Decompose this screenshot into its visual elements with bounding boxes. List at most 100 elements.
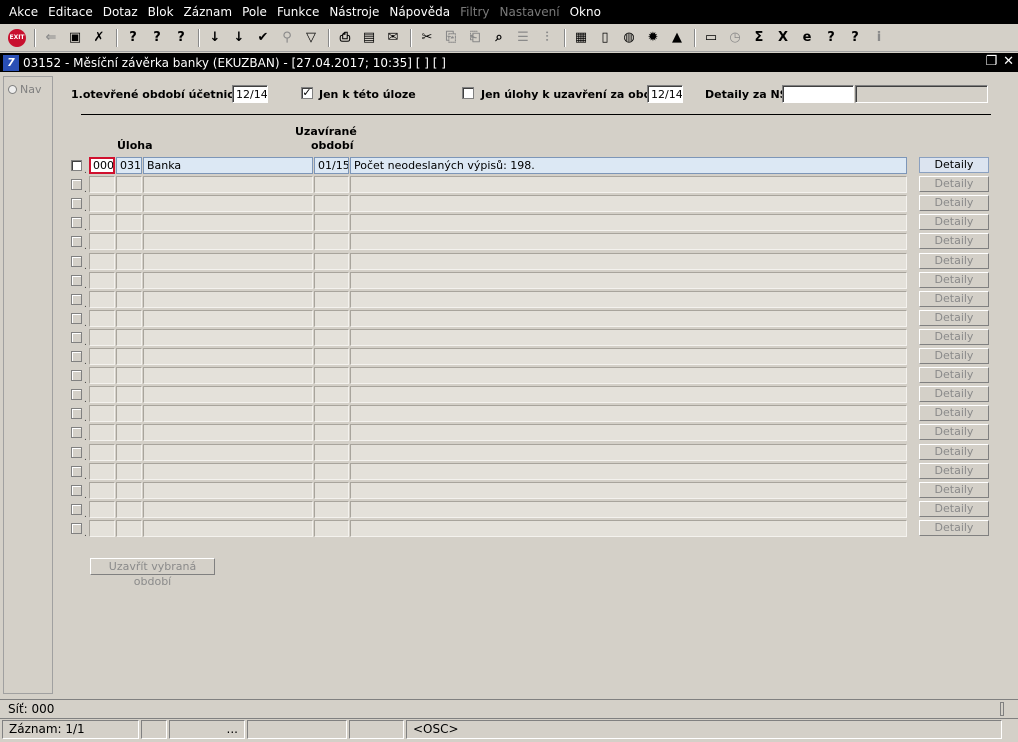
details-button[interactable]: Detaily — [919, 348, 989, 364]
note-cell[interactable] — [350, 405, 907, 423]
name-cell[interactable] — [143, 290, 313, 308]
table-row[interactable]: . Detaily — [69, 309, 989, 329]
details-button[interactable]: Detaily — [919, 195, 989, 212]
period-cell[interactable] — [314, 271, 349, 289]
note-cell[interactable] — [350, 443, 907, 461]
task-cell[interactable] — [116, 233, 142, 251]
menu-item-10[interactable]: Nastavení — [495, 5, 565, 19]
note-cell[interactable] — [350, 500, 907, 518]
copy-icon[interactable]: ⎘ — [440, 27, 462, 49]
task-cell[interactable] — [116, 252, 142, 270]
cut-icon[interactable]: ✂ — [416, 27, 438, 49]
attach-icon[interactable]: ▦ — [570, 27, 592, 49]
row-select-checkbox[interactable] — [71, 351, 82, 362]
details-button[interactable]: Detaily — [919, 176, 989, 193]
row-select-checkbox[interactable] — [71, 255, 82, 267]
tree-icon[interactable]: ⫶ — [536, 27, 558, 49]
row-select-checkbox[interactable] — [71, 331, 82, 343]
menu-item-7[interactable]: Nástroje — [324, 5, 384, 19]
code-cell[interactable] — [89, 252, 115, 270]
row-select-checkbox[interactable] — [71, 198, 82, 210]
period-cell[interactable] — [314, 443, 349, 461]
table-row[interactable]: . Detaily — [69, 233, 989, 252]
name-cell[interactable] — [143, 405, 313, 423]
task-cell[interactable] — [116, 271, 142, 289]
task-cell[interactable] — [116, 386, 142, 404]
period-cell[interactable] — [314, 290, 349, 308]
table-row[interactable]: . Detaily — [69, 386, 989, 405]
period-cell[interactable] — [314, 500, 349, 518]
table-row[interactable]: . Detaily — [69, 367, 989, 386]
menu-item-2[interactable]: Dotaz — [98, 5, 143, 19]
table-row[interactable]: . Detaily — [69, 443, 989, 463]
row-select-checkbox[interactable] — [71, 503, 82, 515]
period-cell[interactable] — [314, 367, 349, 385]
code-cell[interactable] — [89, 176, 115, 194]
code-cell[interactable] — [89, 214, 115, 232]
context-help-icon[interactable]: ? — [844, 27, 866, 49]
note-cell[interactable] — [350, 195, 907, 213]
details-button[interactable]: Detaily — [919, 519, 989, 536]
details-button[interactable]: Detaily — [919, 462, 989, 479]
restore-window-icon[interactable]: ❐ — [985, 54, 997, 69]
row-select-checkbox[interactable] — [71, 293, 82, 305]
name-cell[interactable] — [143, 195, 313, 213]
code-cell[interactable] — [89, 481, 115, 499]
row-select-checkbox[interactable] — [71, 274, 82, 286]
preview-icon[interactable]: ▤ — [358, 27, 380, 49]
menu-item-8[interactable]: Nápověda — [384, 5, 455, 19]
close-selected-periods-button[interactable]: Uzavřít vybraná období — [90, 558, 215, 588]
code-cell[interactable] — [89, 405, 115, 423]
table-row[interactable]: . 000 031 Banka 01/15 Počet neodeslaných výpi… — [69, 157, 989, 176]
details-button[interactable]: Detaily — [919, 500, 989, 517]
note-cell[interactable] — [350, 176, 907, 194]
code-cell[interactable] — [89, 424, 115, 442]
table-row[interactable]: . Detaily — [69, 195, 989, 214]
note-cell[interactable] — [350, 367, 907, 385]
task-cell[interactable] — [116, 290, 142, 308]
task-cell[interactable] — [116, 367, 142, 385]
note-cell[interactable] — [350, 214, 907, 232]
query-execute-icon[interactable]: ? — [146, 27, 168, 49]
details-button[interactable]: Detaily — [919, 481, 989, 498]
period-cell[interactable] — [314, 214, 349, 232]
table-row[interactable]: . Detaily — [69, 519, 989, 539]
code-cell[interactable] — [89, 462, 115, 480]
nav-radio-option[interactable]: Nav — [8, 83, 41, 96]
row-select-checkbox[interactable] — [71, 484, 82, 496]
row-select-checkbox[interactable] — [71, 312, 82, 324]
task-cell[interactable] — [116, 443, 142, 461]
closing-period-field[interactable]: 12/14 — [647, 85, 683, 103]
name-cell[interactable] — [143, 367, 313, 385]
note-cell[interactable] — [350, 328, 907, 346]
details-button[interactable]: Detaily — [919, 328, 989, 345]
note-cell[interactable] — [350, 481, 907, 499]
task-cell[interactable] — [116, 424, 142, 442]
name-cell[interactable]: Banka — [143, 157, 313, 174]
period-cell[interactable]: 01/15 — [314, 157, 349, 174]
menu-item-3[interactable]: Blok — [143, 5, 179, 19]
task-cell[interactable] — [116, 176, 142, 194]
task-cell[interactable] — [116, 481, 142, 499]
name-cell[interactable] — [143, 252, 313, 270]
warning-icon[interactable]: ▲ — [666, 27, 688, 49]
code-cell[interactable] — [89, 443, 115, 461]
note-cell[interactable] — [350, 233, 907, 251]
note-cell[interactable] — [350, 462, 907, 480]
menu-item-6[interactable]: Funkce — [272, 5, 324, 19]
code-cell[interactable] — [89, 348, 115, 365]
name-cell[interactable] — [143, 443, 313, 461]
note-cell[interactable] — [350, 271, 907, 289]
code-cell[interactable] — [89, 367, 115, 385]
task-cell[interactable] — [116, 309, 142, 327]
note-cell[interactable] — [350, 290, 907, 308]
code-cell[interactable]: 000 — [89, 157, 115, 174]
code-cell[interactable] — [89, 271, 115, 289]
save-icon[interactable]: ▣ — [64, 27, 86, 49]
only-this-task-checkbox[interactable]: ✓ — [301, 87, 313, 99]
details-button[interactable]: Detaily — [919, 443, 989, 460]
sum-icon[interactable]: Σ — [748, 27, 770, 49]
name-cell[interactable] — [143, 424, 313, 442]
details-button[interactable]: Detaily — [919, 214, 989, 231]
table-row[interactable]: . Detaily — [69, 424, 989, 443]
